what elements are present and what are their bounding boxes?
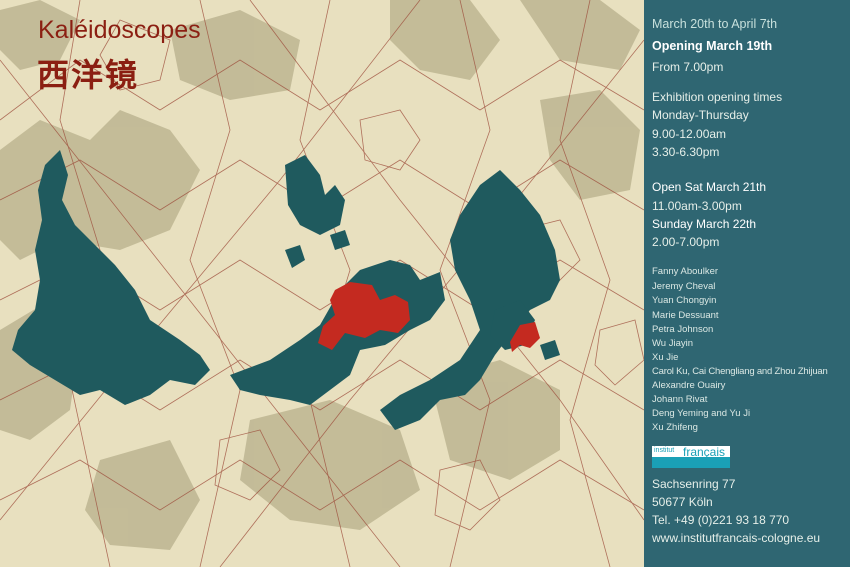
afternoon-hours: 3.30-6.30pm: [652, 145, 720, 159]
address-city: 50677 Köln: [652, 495, 713, 509]
landmass-north: [285, 155, 345, 235]
artist-item: Wu Jiayin: [652, 338, 694, 349]
artist-item: Jeremy Cheval: [652, 281, 716, 292]
poster-title-chinese: 西洋镜: [37, 56, 140, 94]
artist-item: Petra Johnson: [652, 324, 714, 335]
artist-item: Marie Dessuant: [652, 310, 719, 321]
artist-item: Carol Ku, Cai Chengliang and Zhou Zhijua…: [652, 366, 828, 377]
exhibition-dates: March 20th to April 7th: [652, 17, 778, 31]
weekday-range: Monday-Thursday: [652, 108, 749, 122]
logo-word-francais: français: [683, 445, 726, 459]
poster-title: Kaléidoscopes: [38, 16, 201, 44]
opening-date: Opening March 19th: [652, 39, 773, 53]
sunday-heading: Sunday March 22th: [652, 217, 757, 231]
website-link[interactable]: www.institutfrancais-cologne.eu: [652, 531, 820, 545]
opening-times-heading: Exhibition opening times: [652, 90, 783, 104]
info-sidebar: March 20th to April 7th Opening March 19…: [644, 0, 850, 567]
institut-francais-logo: institut français: [652, 445, 730, 468]
artist-item: Yuan Chongyin: [652, 295, 717, 306]
artist-item: Xu Jie: [652, 352, 679, 363]
artist-item: Xu Zhifeng: [652, 422, 698, 433]
opening-time: From 7.00pm: [652, 60, 724, 74]
saturday-hours: 11.00am-3.00pm: [652, 199, 742, 213]
artist-item: Deng Yeming and Yu Ji: [652, 408, 751, 419]
artist-item: Johann Rivat: [652, 394, 708, 405]
morning-hours: 9.00-12.00am: [652, 127, 727, 141]
sunday-hours: 2.00-7.00pm: [652, 235, 720, 249]
artist-item: Alexandre Ouairy: [652, 380, 726, 391]
map-artwork: Kaléidoscopes 西洋镜: [0, 0, 644, 567]
artist-item: Fanny Aboulker: [652, 266, 719, 277]
poster: Kaléidoscopes 西洋镜 March 20th to April 7t…: [0, 0, 850, 567]
saturday-heading: Open Sat March 21th: [652, 180, 767, 194]
address-street: Sachsenring 77: [652, 477, 736, 491]
address-phone: Tel. +49 (0)221 93 18 770: [652, 513, 790, 527]
logo-word-institut: institut: [654, 447, 675, 454]
